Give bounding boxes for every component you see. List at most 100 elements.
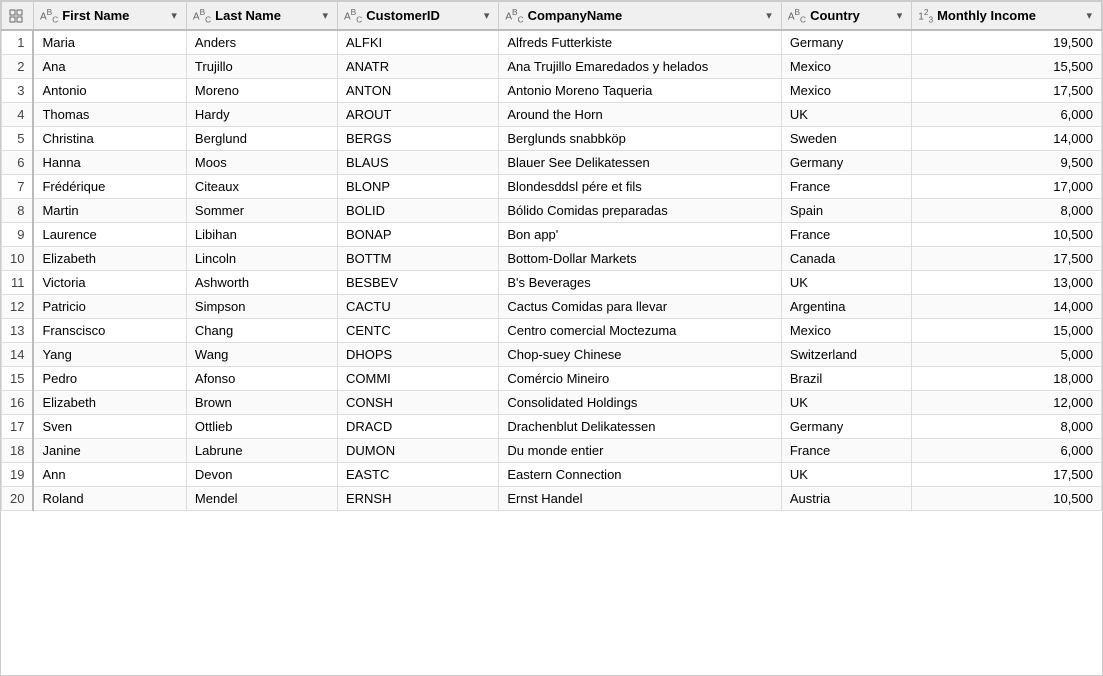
customer-id-cell: CACTU [337, 295, 498, 319]
table-row: 12PatricioSimpsonCACTUCactus Comidas par… [2, 295, 1102, 319]
customer-id-cell: AROUT [337, 103, 498, 127]
table-row: 18JanineLabruneDUMONDu monde entierFranc… [2, 439, 1102, 463]
monthly-income-cell: 18,000 [912, 367, 1102, 391]
country-cell: Mexico [781, 319, 911, 343]
country-cell: UK [781, 391, 911, 415]
last-name-cell: Anders [186, 30, 337, 55]
customer-id-label: CustomerID [366, 8, 477, 23]
last-name-cell: Afonso [186, 367, 337, 391]
monthly-income-cell: 10,500 [912, 487, 1102, 511]
monthly-income-cell: 5,000 [912, 343, 1102, 367]
row-number-cell: 19 [2, 463, 34, 487]
row-number-cell: 18 [2, 439, 34, 463]
table-row: 11VictoriaAshworthBESBEVB's BeveragesUK1… [2, 271, 1102, 295]
first-name-cell: Victoria [33, 271, 186, 295]
row-number-header [2, 2, 34, 31]
row-number-cell: 15 [2, 367, 34, 391]
country-header: ABC Country ▾ [781, 2, 911, 31]
company-name-cell: Drachenblut Delikatessen [499, 415, 781, 439]
company-name-cell: Berglunds snabbköp [499, 127, 781, 151]
company-name-cell: Bon app' [499, 223, 781, 247]
monthly-income-cell: 14,000 [912, 295, 1102, 319]
row-number-cell: 10 [2, 247, 34, 271]
abc-icon-country: ABC [788, 7, 806, 24]
last-name-header: ABC Last Name ▾ [186, 2, 337, 31]
last-name-filter-button[interactable]: ▾ [319, 8, 331, 23]
data-table: ABC First Name ▾ ABC Last Name ▾ ABC [0, 0, 1103, 676]
last-name-cell: Citeaux [186, 175, 337, 199]
table-row: 7FrédériqueCiteauxBLONPBlondesddsl pére … [2, 175, 1102, 199]
first-name-filter-button[interactable]: ▾ [168, 8, 180, 23]
abc-icon-lastname: ABC [193, 7, 211, 24]
monthly-income-cell: 19,500 [912, 30, 1102, 55]
company-name-cell: Bottom-Dollar Markets [499, 247, 781, 271]
first-name-cell: Thomas [33, 103, 186, 127]
country-cell: France [781, 175, 911, 199]
table-row: 17SvenOttliebDRACDDrachenblut Delikatess… [2, 415, 1102, 439]
company-name-filter-button[interactable]: ▾ [763, 8, 775, 23]
first-name-header: ABC First Name ▾ [33, 2, 186, 31]
customer-id-cell: ALFKI [337, 30, 498, 55]
row-number-cell: 2 [2, 55, 34, 79]
first-name-cell: Frédérique [33, 175, 186, 199]
country-cell: France [781, 223, 911, 247]
company-name-cell: Antonio Moreno Taqueria [499, 79, 781, 103]
first-name-cell: Martin [33, 199, 186, 223]
last-name-cell: Mendel [186, 487, 337, 511]
customer-id-cell: DRACD [337, 415, 498, 439]
table-row: 5ChristinaBerglundBERGSBerglunds snabbkö… [2, 127, 1102, 151]
country-cell: Mexico [781, 79, 911, 103]
row-number-cell: 5 [2, 127, 34, 151]
row-number-cell: 13 [2, 319, 34, 343]
monthly-income-cell: 14,000 [912, 127, 1102, 151]
monthly-income-cell: 15,000 [912, 319, 1102, 343]
company-name-cell: Chop-suey Chinese [499, 343, 781, 367]
customer-id-cell: BOLID [337, 199, 498, 223]
company-name-cell: Eastern Connection [499, 463, 781, 487]
num-icon-income: 123 [918, 7, 933, 24]
first-name-cell: Antonio [33, 79, 186, 103]
table-row: 6HannaMoosBLAUSBlauer See DelikatessenGe… [2, 151, 1102, 175]
table-row: 8MartinSommerBOLIDBólido Comidas prepara… [2, 199, 1102, 223]
country-cell: Germany [781, 415, 911, 439]
customer-id-cell: BERGS [337, 127, 498, 151]
customer-id-cell: CONSH [337, 391, 498, 415]
table-row: 3AntonioMorenoANTONAntonio Moreno Taquer… [2, 79, 1102, 103]
first-name-cell: Ann [33, 463, 186, 487]
monthly-income-label: Monthly Income [937, 8, 1079, 23]
last-name-cell: Hardy [186, 103, 337, 127]
company-name-label: CompanyName [528, 8, 760, 23]
first-name-cell: Laurence [33, 223, 186, 247]
last-name-cell: Lincoln [186, 247, 337, 271]
monthly-income-cell: 13,000 [912, 271, 1102, 295]
customer-id-cell: EASTC [337, 463, 498, 487]
first-name-cell: Roland [33, 487, 186, 511]
country-cell: UK [781, 463, 911, 487]
monthly-income-cell: 8,000 [912, 199, 1102, 223]
first-name-cell: Ana [33, 55, 186, 79]
country-cell: Spain [781, 199, 911, 223]
row-number-cell: 9 [2, 223, 34, 247]
last-name-cell: Berglund [186, 127, 337, 151]
abc-icon-firstname: ABC [40, 7, 58, 24]
last-name-cell: Trujillo [186, 55, 337, 79]
last-name-cell: Moos [186, 151, 337, 175]
country-cell: Argentina [781, 295, 911, 319]
company-name-header: ABC CompanyName ▾ [499, 2, 781, 31]
monthly-income-filter-button[interactable]: ▾ [1083, 8, 1095, 23]
last-name-cell: Libihan [186, 223, 337, 247]
row-number-cell: 14 [2, 343, 34, 367]
country-cell: Switzerland [781, 343, 911, 367]
monthly-income-cell: 12,000 [912, 391, 1102, 415]
last-name-cell: Chang [186, 319, 337, 343]
grid-icon [8, 8, 24, 24]
last-name-cell: Devon [186, 463, 337, 487]
country-filter-button[interactable]: ▾ [894, 8, 906, 23]
table-row: 4ThomasHardyAROUTAround the HornUK6,000 [2, 103, 1102, 127]
last-name-label: Last Name [215, 8, 315, 23]
customer-id-filter-button[interactable]: ▾ [481, 8, 493, 23]
table-row: 16ElizabethBrownCONSHConsolidated Holdin… [2, 391, 1102, 415]
monthly-income-cell: 17,500 [912, 79, 1102, 103]
monthly-income-cell: 17,500 [912, 463, 1102, 487]
customer-id-header: ABC CustomerID ▾ [337, 2, 498, 31]
